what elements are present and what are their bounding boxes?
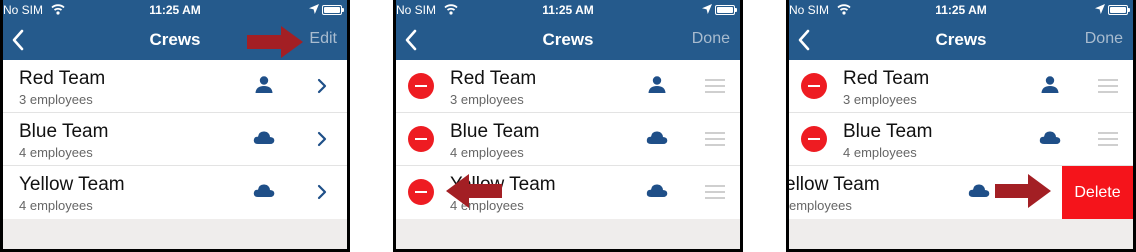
cloud-icon [253,131,275,144]
crew-name: ellow Team [789,174,880,195]
annotation-arrow-right [247,26,303,58]
delete-control-icon[interactable] [408,179,434,205]
nav-bar: Crews Done [789,20,1133,60]
list-item[interactable]: Blue Team 4 employees [789,113,1133,166]
battery-icon [322,5,344,15]
crew-name: Blue Team [19,121,109,142]
list-item[interactable]: Red Team 3 employees [396,60,740,113]
clock: 11:25 AM [149,3,201,17]
cloud-icon [1039,131,1061,144]
crew-name: Blue Team [450,121,540,142]
crew-list: Red Team 3 employees Blue Team 4 employe… [3,60,347,219]
phone-screen-editing: No SIM 11:25 AM Crews Done Red Team 3 em… [393,0,743,252]
cloud-icon [646,184,668,197]
list-item-swiped[interactable]: ellow Team employees Delete [789,166,1133,219]
battery-icon [1108,5,1130,15]
drag-handle-icon[interactable] [1098,131,1118,147]
delete-control-icon[interactable] [408,73,434,99]
crew-name: Blue Team [843,121,933,142]
crew-count: 4 employees [19,198,93,213]
edit-button[interactable]: Edit [309,30,337,48]
phone-screen-delete-revealed: No SIM 11:25 AM Crews Done Red Team 3 em… [786,0,1136,252]
crew-name: Red Team [450,68,537,89]
crew-count: 3 employees [843,92,917,107]
status-bar: No SIM 11:25 AM [3,0,347,20]
crew-count: 4 employees [450,145,524,160]
location-arrow-icon [702,4,712,14]
list-item[interactable]: Blue Team 4 employees [3,113,347,166]
annotation-arrow-left [446,174,502,208]
location-arrow-icon [1095,4,1105,14]
drag-handle-icon[interactable] [705,184,725,200]
chevron-right-icon[interactable] [317,78,327,94]
screen: No SIM 11:25 AM Crews Done Red Team 3 em… [789,0,1133,249]
list-item[interactable]: Blue Team 4 employees [396,113,740,166]
cloud-icon [646,131,668,144]
nav-bar: Crews Done [396,20,740,60]
crew-list: Red Team 3 employees Blue Team 4 employe… [789,60,1133,219]
clock: 11:25 AM [935,3,987,17]
done-button[interactable]: Done [1085,30,1123,48]
clock: 11:25 AM [542,3,594,17]
drag-handle-icon[interactable] [705,131,725,147]
person-icon [1041,76,1059,93]
crew-count: 3 employees [450,92,524,107]
status-bar: No SIM 11:25 AM [789,0,1133,20]
list-item[interactable]: Yellow Team 4 employees [3,166,347,219]
page-title: Crews [935,30,987,49]
crew-count: 3 employees [19,92,93,107]
list-item[interactable]: Red Team 3 employees [789,60,1133,113]
chevron-right-icon[interactable] [317,131,327,147]
drag-handle-icon[interactable] [705,78,725,94]
annotation-arrow-right [995,174,1051,208]
done-button[interactable]: Done [692,30,730,48]
crew-name: Red Team [19,68,106,89]
phone-screen-normal: No SIM 11:25 AM Crews Edit Red Team 3 em… [0,0,350,252]
page-title: Crews [542,30,594,49]
person-icon [255,76,273,93]
screen: No SIM 11:25 AM Crews Done Red Team 3 em… [396,0,740,249]
crew-name: Yellow Team [19,174,125,195]
cloud-icon [968,184,990,197]
location-arrow-icon [309,4,319,14]
delete-control-icon[interactable] [801,126,827,152]
battery-icon [715,5,737,15]
cloud-icon [253,184,275,197]
person-icon [648,76,666,93]
status-bar: No SIM 11:25 AM [396,0,740,20]
drag-handle-icon[interactable] [1098,78,1118,94]
delete-control-icon[interactable] [801,73,827,99]
list-item[interactable]: Red Team 3 employees [3,60,347,113]
chevron-right-icon[interactable] [317,184,327,200]
crew-count: employees [789,198,852,213]
delete-control-icon[interactable] [408,126,434,152]
crew-name: Red Team [843,68,930,89]
crew-count: 4 employees [19,145,93,160]
crew-count: 4 employees [843,145,917,160]
delete-button[interactable]: Delete [1062,166,1133,219]
